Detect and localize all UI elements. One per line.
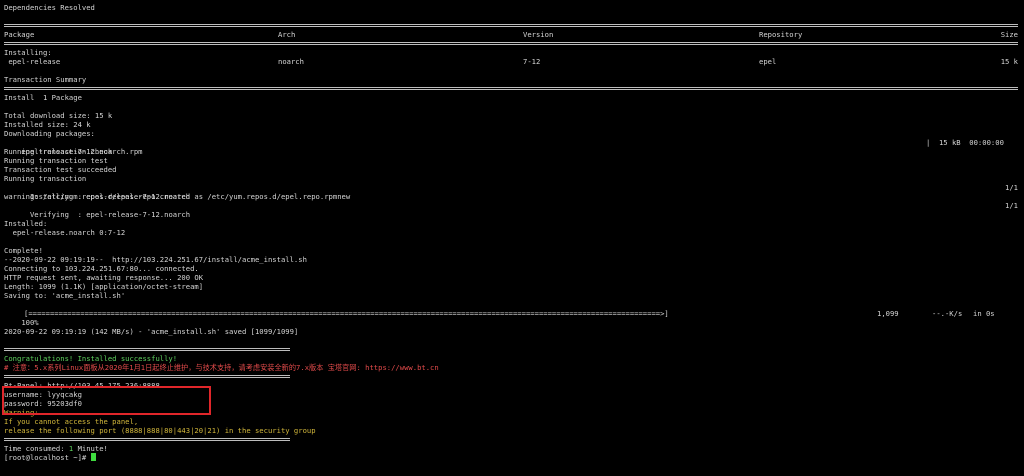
transaction-check: Running transaction check xyxy=(4,147,113,156)
summary-divider xyxy=(4,84,1024,93)
time-label: Time consumed: xyxy=(4,444,69,453)
header-arch: Arch xyxy=(278,30,296,39)
download-file-line: epel-release-7-12.noarch.rpm | 15 kB 00:… xyxy=(4,138,1024,156)
cursor-icon[interactable] xyxy=(90,453,96,461)
result-divider xyxy=(4,345,1024,354)
verify-counter: 1/1 xyxy=(1005,201,1018,210)
install-counter: 1/1 xyxy=(1005,183,1018,192)
header-package: Package xyxy=(4,30,35,39)
credentials-highlight-box xyxy=(2,386,211,415)
transaction-test: Running transaction test xyxy=(4,156,108,165)
verifying-package-line: Verifying : epel-release-7-12.noarch 1/1 xyxy=(4,201,1024,219)
header-size: Size xyxy=(1000,30,1018,39)
saved-line: 2020-09-22 09:19:19 (142 MB/s) - 'acme_i… xyxy=(4,327,299,336)
shell-prompt-line[interactable]: [root@localhost ~]# xyxy=(4,453,1024,462)
warning-access: If you cannot access the panel, xyxy=(4,417,139,426)
header-repository: Repository xyxy=(759,30,803,39)
time-unit: Minute! xyxy=(73,444,108,453)
http-response-line: HTTP request sent, awaiting response... … xyxy=(4,273,204,282)
progress-eta: in 0s xyxy=(973,309,995,318)
row-size: 15 k xyxy=(1000,57,1018,66)
connecting-line: Connecting to 103.224.251.67:80... conne… xyxy=(4,264,199,273)
installing-package-line: Installing : epel-release-7-12.noarch 1/… xyxy=(4,183,1024,201)
length-line: Length: 1099 (1.1K) [application/octet-s… xyxy=(4,282,204,291)
row-arch: noarch xyxy=(278,57,304,66)
table-header-row: Package Arch Version Repository Size xyxy=(4,30,1024,39)
row-version: 7-12 xyxy=(523,57,541,66)
complete-line: Complete! xyxy=(4,246,43,255)
install-success-message: Congratulations! Installed successfully! xyxy=(4,354,178,363)
wget-line: --2020-09-22 09:19:19-- http://103.224.2… xyxy=(4,255,307,264)
transaction-test-succeeded: Transaction test succeeded xyxy=(4,165,117,174)
installing-label: Installing: xyxy=(4,48,52,57)
verifying-package: Verifying : epel-release-7-12.noarch xyxy=(21,210,191,219)
progress-bytes: 1,099 xyxy=(877,309,899,318)
table-divider xyxy=(4,21,1024,30)
saving-line: Saving to: 'acme_install.sh' xyxy=(4,291,126,300)
table-divider xyxy=(4,39,1024,48)
downloading-packages: Downloading packages: xyxy=(4,129,95,138)
time-consumed: Time consumed: 1 Minute! xyxy=(4,444,1024,453)
row-package: epel-release xyxy=(4,57,61,66)
table-row: epel-release noarch 7-12 epel 15 k xyxy=(4,57,1024,66)
terminal-window[interactable]: Dependencies Resolved Package Arch Versi… xyxy=(0,0,1024,476)
progress-percent: 100% xyxy=(21,318,39,327)
result-divider xyxy=(4,435,1024,444)
progress-bar: [=======================================… xyxy=(24,309,669,318)
total-download-size: Total download size: 15 k xyxy=(4,111,113,120)
repo-warning: warning: /etc/yum.repos.d/epel.repo crea… xyxy=(4,192,351,201)
header-version: Version xyxy=(523,30,554,39)
installed-package: epel-release.noarch 0:7-12 xyxy=(4,228,126,237)
result-divider xyxy=(4,372,1024,381)
install-count: Install 1 Package xyxy=(4,93,82,102)
progress-speed: --.-K/s xyxy=(932,309,963,318)
warning-ports: release the following port (8888|888|80|… xyxy=(4,426,316,435)
deps-resolved-line: Dependencies Resolved xyxy=(4,3,95,12)
shell-prompt: [root@localhost ~]# xyxy=(4,453,91,462)
installed-size: Installed size: 24 k xyxy=(4,120,91,129)
maintenance-notice: # 注意：5.x系列Linux面板从2020年1月1日起终止维护，与技术支持，请… xyxy=(4,363,439,372)
running-transaction: Running transaction xyxy=(4,174,87,183)
download-progress-line: 100% [==================================… xyxy=(4,309,1024,327)
download-stat: | 15 kB 00:00:00 xyxy=(926,138,1004,147)
row-repository: epel xyxy=(759,57,777,66)
installed-label: Installed: xyxy=(4,219,48,228)
transaction-summary: Transaction Summary xyxy=(4,75,87,84)
